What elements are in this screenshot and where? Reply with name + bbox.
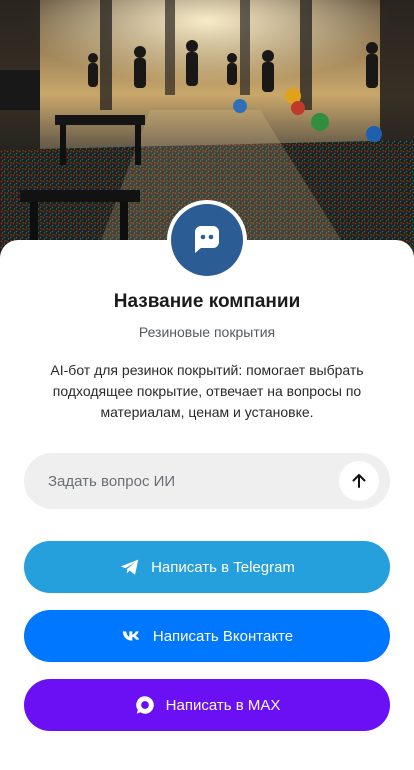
vk-button[interactable]: Написать Вконтакте xyxy=(24,610,390,662)
telegram-button[interactable]: Написать в Telegram xyxy=(24,541,390,593)
telegram-icon xyxy=(120,559,139,575)
company-name: Название компании xyxy=(113,291,301,312)
telegram-button-label: Написать в Telegram xyxy=(151,558,295,576)
vk-icon xyxy=(122,631,140,641)
company-category: Резиновые покрытия xyxy=(138,324,276,340)
vk-button-label: Написать Вконтакте xyxy=(152,627,294,645)
chatbot-icon xyxy=(194,226,219,253)
avatar xyxy=(171,204,243,276)
max-button-label: Написать в MAX xyxy=(165,696,281,714)
max-button[interactable]: Написать в MAX xyxy=(24,679,390,731)
send-question-button[interactable] xyxy=(339,461,379,501)
max-icon xyxy=(135,696,154,714)
ask-ai-input[interactable] xyxy=(48,453,348,509)
ask-ai-box xyxy=(24,453,390,509)
arrow-up-icon xyxy=(352,474,366,488)
company-description: AI-бот для резинок покрытий: помогает вы… xyxy=(50,362,364,420)
